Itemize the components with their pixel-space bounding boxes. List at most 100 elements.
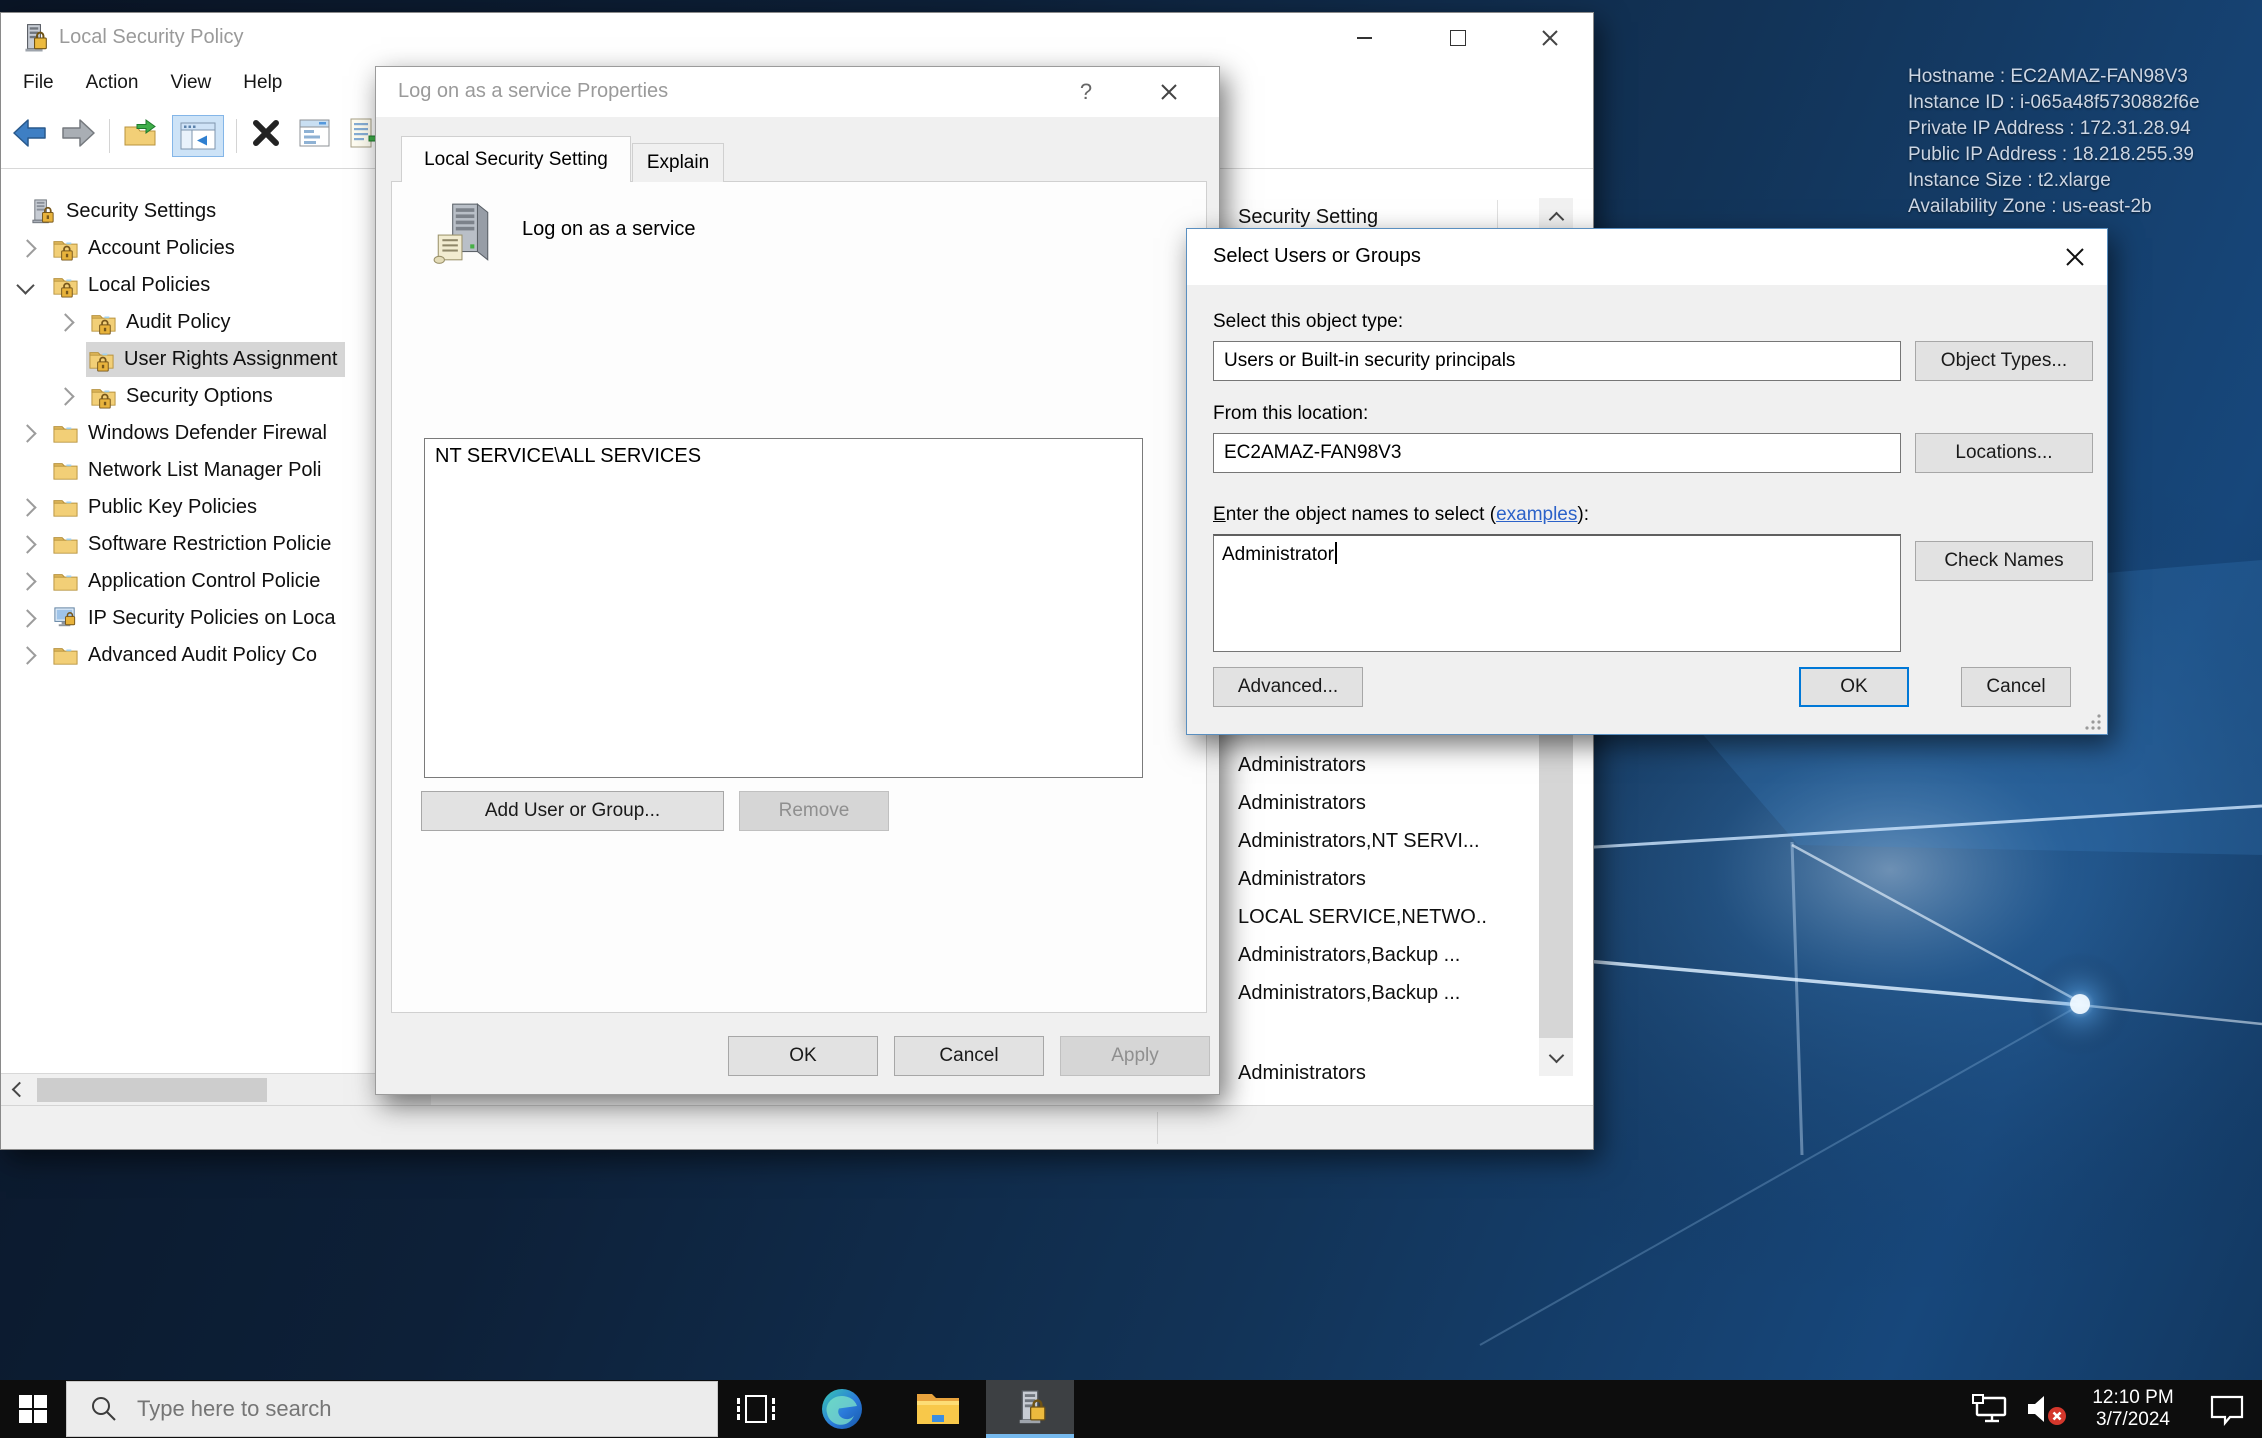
file-explorer-icon [915,1389,961,1429]
list-row[interactable]: Administrators [1238,786,1488,820]
list-row[interactable]: Administrators [1238,862,1488,896]
console-tree-toggle[interactable] [172,115,224,157]
clock-date: 3/7/2024 [2074,1409,2192,1431]
start-button[interactable] [0,1380,66,1438]
tree-item-windows-defender-firewall[interactable]: Windows Defender Firewal [1,415,431,452]
back-button[interactable] [11,117,49,154]
chevron-right-icon[interactable] [18,609,36,627]
examples-link[interactable]: examples [1496,504,1577,525]
tree-item-public-key-policies[interactable]: Public Key Policies [1,489,431,526]
properties-ok-button[interactable]: OK [728,1036,878,1076]
network-icon [1971,1393,2011,1425]
tree-hscrollbar[interactable] [1,1073,431,1105]
delete-icon [249,117,283,149]
resize-grip[interactable] [2085,712,2103,730]
properties-cancel-button[interactable]: Cancel [894,1036,1044,1076]
chevron-right-icon[interactable] [18,239,36,257]
back-icon [11,117,49,149]
scroll-left-button[interactable] [1,1074,33,1106]
add-user-or-group-button[interactable]: Add User or Group... [421,791,724,831]
properties-titlebar[interactable]: Log on as a service Properties ? [376,67,1219,117]
location-field: EC2AMAZ-FAN98V3 [1213,433,1901,473]
object-types-button[interactable]: Object Types... [1915,341,2093,381]
task-view-icon [735,1391,777,1427]
tree-item-account-policies[interactable]: Account Policies [1,230,431,267]
help-button[interactable]: ? [1056,67,1116,117]
tree-item-application-control[interactable]: Application Control Policie [1,563,431,600]
volume-tray-icon[interactable] [2018,1380,2074,1438]
scroll-down-button[interactable] [1539,1038,1573,1076]
minimize-button[interactable] [1331,13,1397,63]
security-policy-taskbar-button[interactable] [986,1380,1074,1438]
action-center-button[interactable] [2192,1380,2262,1438]
desktop: Hostname : EC2AMAZ-FAN98V3 Instance ID :… [0,0,2262,1438]
list-row[interactable]: Administrators,Backup ... [1238,938,1488,972]
tab-local-security-setting[interactable]: Local Security Setting [401,136,631,182]
maximize-button[interactable] [1425,13,1491,63]
file-explorer-button[interactable] [890,1380,986,1438]
remove-button[interactable]: Remove [739,791,889,831]
close-button[interactable] [1517,13,1583,63]
check-names-button[interactable]: Check Names [1915,541,2093,581]
select-cancel-button[interactable]: Cancel [1961,667,2071,707]
forward-button[interactable] [59,117,97,154]
menu-file[interactable]: File [7,66,70,100]
list-row[interactable]: Administrators,Backup ... [1238,976,1488,1010]
tree-item-ip-security-policies[interactable]: IP Security Policies on Loca [1,600,431,637]
select-users-titlebar[interactable]: Select Users or Groups [1187,229,2107,285]
info-az: Availability Zone : us-east-2b [1908,194,2200,220]
tree-item-audit-policy[interactable]: Audit Policy [1,304,431,341]
menu-help[interactable]: Help [227,66,298,100]
chevron-right-icon[interactable] [56,313,74,331]
tree-item-user-rights-assignment[interactable]: User Rights Assignment [1,341,431,378]
tree-item-network-list-manager[interactable]: Network List Manager Poli [1,452,431,489]
network-tray-icon[interactable] [1964,1380,2018,1438]
hscroll-thumb[interactable] [37,1078,267,1102]
window-title: Local Security Policy [59,26,244,49]
tab-explain[interactable]: Explain [632,143,724,182]
search-box[interactable] [66,1381,718,1437]
chevron-right-icon[interactable] [18,646,36,664]
tree-item-local-policies[interactable]: Local Policies [1,267,431,304]
menu-action[interactable]: Action [70,66,155,100]
object-names-input[interactable]: Administrator [1213,534,1901,652]
tree-item-advanced-audit-policy[interactable]: Advanced Audit Policy Co [1,637,431,674]
list-row[interactable]: Administrators [1238,748,1488,782]
chevron-right-icon[interactable] [18,424,36,442]
edge-button[interactable] [794,1380,890,1438]
select-ok-button[interactable]: OK [1799,667,1909,707]
folder-icon [52,420,79,447]
status-strip [1,1105,1593,1149]
members-listbox[interactable]: NT SERVICE\ALL SERVICES [424,438,1143,778]
delete-button[interactable] [249,117,283,154]
folder-lock-icon [88,346,115,373]
task-view-button[interactable] [718,1380,794,1438]
chevron-right-icon[interactable] [18,498,36,516]
info-public-ip: Public IP Address : 18.218.255.39 [1908,142,2200,168]
console-tree-panel: Security Settings Account Policies Local… [1,170,431,1085]
advanced-button[interactable]: Advanced... [1213,667,1363,707]
chevron-right-icon[interactable] [56,387,74,405]
tree-item-software-restriction[interactable]: Software Restriction Policie [1,526,431,563]
list-row[interactable]: LOCAL SERVICE,NETWO... [1238,900,1488,934]
list-row[interactable]: Administrators [1238,1056,1488,1090]
member-item[interactable]: NT SERVICE\ALL SERVICES [435,445,1142,468]
properties-dialog: Log on as a service Properties ? Local S… [375,66,1220,1095]
tree-item-security-options[interactable]: Security Options [1,378,431,415]
select-users-close-button[interactable] [2043,229,2107,285]
clock[interactable]: 12:10 PM 3/7/2024 [2074,1387,2192,1431]
list-row[interactable]: Administrators,NT SERVI... [1238,824,1488,858]
search-input[interactable] [135,1395,679,1423]
locations-button[interactable]: Locations... [1915,433,2093,473]
main-titlebar[interactable]: Local Security Policy [1,13,1593,63]
tree-item-security-settings[interactable]: Security Settings [1,193,431,230]
apply-button[interactable]: Apply [1060,1036,1210,1076]
chevron-down-icon[interactable] [16,276,34,294]
chevron-right-icon[interactable] [18,572,36,590]
properties-button[interactable] [297,117,333,154]
menu-view[interactable]: View [154,66,227,100]
export-folder-button[interactable] [122,117,162,154]
properties-close-button[interactable] [1136,67,1202,117]
info-instance-size: Instance Size : t2.xlarge [1908,168,2200,194]
chevron-right-icon[interactable] [18,535,36,553]
